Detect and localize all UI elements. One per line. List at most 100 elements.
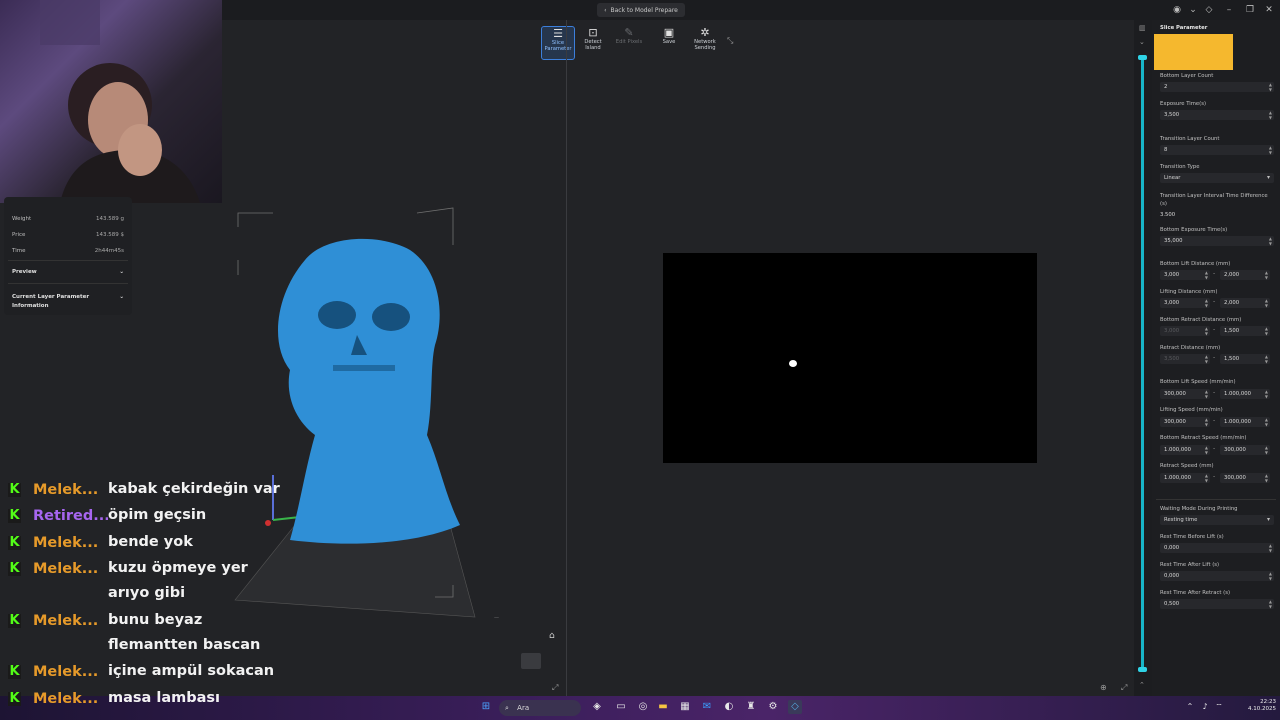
chevron-up-icon[interactable]: ⌃ — [1139, 681, 1145, 689]
stepper-icon[interactable]: ▲ ▼ — [1269, 110, 1272, 120]
rest-after-retract-input[interactable]: 0,500 ▲ ▼ — [1160, 599, 1274, 609]
collapse-icon[interactable]: ⤡ — [727, 36, 733, 46]
bottom-lift-speed-b-input[interactable]: 1.000,000 ▲ ▼ — [1220, 389, 1270, 399]
lifting-speed-b-input[interactable]: 1.000,000 ▲ ▼ — [1220, 417, 1270, 427]
bottom-lift-distance-a-input[interactable]: 3,000 ▲ ▼ — [1160, 270, 1210, 280]
task-view-icon[interactable]: ▭ — [614, 700, 628, 714]
kick-icon: K — [8, 561, 21, 576]
start-icon[interactable]: ⊞ — [479, 700, 493, 714]
notification-icon[interactable]: ◇ — [1202, 3, 1216, 17]
transition-layer-count-input[interactable]: 8 ▲ ▼ — [1160, 145, 1274, 155]
dropdown-chevron-icon[interactable]: ⌄ — [1186, 3, 1200, 17]
kick-icon: K — [8, 613, 21, 628]
slicer-app-icon[interactable]: ◇ — [788, 700, 802, 714]
transition-interval-value: 3.500 — [1160, 212, 1176, 218]
expand-icon[interactable]: ⤢ — [552, 683, 558, 693]
mail-icon[interactable]: ✉ — [700, 700, 714, 714]
retract-speed-a-input[interactable]: 1.000,000 ▲ ▼ — [1160, 473, 1210, 483]
current-layer-section[interactable]: Current Layer Parameter Information ⌄ — [12, 293, 124, 311]
bottom-lift-speed-a-input[interactable]: 300,000 ▲ ▼ — [1160, 389, 1210, 399]
save-icon: ▣ — [663, 26, 675, 39]
rest-after-lift-input[interactable]: 0,000 ▲ ▼ — [1160, 571, 1274, 581]
stepper-icon[interactable]: ▲ ▼ — [1269, 145, 1272, 155]
lifting-speed-a-input[interactable]: 300,000 ▲ ▼ — [1160, 417, 1210, 427]
retract-speed-b-input[interactable]: 300,000 ▲ ▼ — [1220, 473, 1270, 483]
info-row-price: Price 143.589 $ — [12, 232, 124, 238]
kick-icon: K — [8, 691, 21, 706]
caret-down-icon: ▾ — [1266, 516, 1270, 523]
layer-slider[interactable] — [1141, 56, 1144, 671]
slice-parameter-panel: Slice Parameter Bottom Layer Count 2 ▲ ▼ E… — [1152, 20, 1280, 696]
layer-slider-bottom-handle[interactable] — [1138, 667, 1147, 672]
chevron-down-icon: ⌄ — [119, 269, 124, 275]
game-icon[interactable]: ♜ — [744, 700, 758, 714]
browser-icon[interactable]: ◎ — [636, 700, 650, 714]
bottom-lift-distance-b-input[interactable]: 2,000 ▲ ▼ — [1220, 270, 1270, 280]
chevron-left-icon: ‹ — [604, 6, 607, 14]
calendar-icon[interactable]: ▦ — [678, 700, 692, 714]
close-button[interactable]: ✕ — [1262, 3, 1276, 17]
tool-label: Slice Parameter — [544, 40, 572, 52]
folder-icon[interactable]: ▬ — [656, 700, 670, 714]
bottom-layer-count-input[interactable]: 2 ▲ ▼ — [1160, 82, 1274, 92]
model-info-panel: Weight 143.589 g Price 143.589 $ Time 2h44m… — [4, 197, 132, 315]
back-to-model-prepare-button[interactable]: ‹ Back to Model Prepare — [597, 3, 685, 17]
chevron-down-icon[interactable]: ⌄ — [1139, 38, 1145, 46]
settings-icon[interactable]: ⚙ — [766, 700, 780, 714]
divider — [8, 260, 128, 261]
bottom-retract-distance-a-input[interactable]: 3,000 ▲ ▼ — [1160, 326, 1210, 336]
retract-distance-a-input[interactable]: 3,500 ▲ ▼ — [1160, 354, 1210, 364]
minimize-button[interactable]: – — [1222, 3, 1236, 17]
kick-icon: K — [8, 535, 21, 550]
panel-toggle-icon[interactable]: ▥ — [1139, 24, 1146, 32]
rest-before-lift-input[interactable]: 0,000 ▲ ▼ — [1160, 543, 1274, 553]
edit-pixels-tool[interactable]: ✎ Edit Pixels — [613, 26, 645, 58]
tray-chevron-icon[interactable]: ⌃ — [1183, 700, 1197, 714]
retract-distance-b-input[interactable]: 1,500 ▲ ▼ — [1220, 354, 1270, 364]
chat-message: K Melek... bunu beyaz flemantten bascan — [8, 612, 261, 653]
zoom-icon[interactable]: ⊕ — [1100, 683, 1107, 692]
bottom-retract-speed-b-input[interactable]: 300,000 ▲ ▼ — [1220, 445, 1270, 455]
edge-icon[interactable]: ◐ — [722, 700, 736, 714]
lifting-distance-a-input[interactable]: 3,000 ▲ ▼ — [1160, 298, 1210, 308]
waiting-mode-select[interactable]: Resting time ▾ — [1160, 515, 1274, 525]
kick-icon: K — [8, 664, 21, 679]
tool-label: Edit Pixels — [615, 39, 643, 45]
pencil-icon: ✎ — [624, 26, 634, 39]
detect-island-tool[interactable]: ⊡ Detect Island — [577, 26, 609, 58]
exposure-time-input[interactable]: 3,500 ▲ ▼ — [1160, 110, 1274, 120]
view-cube[interactable] — [521, 653, 541, 669]
preview-section[interactable]: Preview ⌄ — [12, 269, 124, 275]
home-view-icon[interactable]: ⌂ — [549, 631, 555, 641]
stepper-icon[interactable]: ▲ ▼ — [1269, 82, 1272, 92]
taskbar-search[interactable]: ⌕ Ara — [499, 700, 581, 716]
lifting-distance-b-input[interactable]: 2,000 ▲ ▼ — [1220, 298, 1270, 308]
model-thumbnail — [1154, 34, 1233, 70]
transition-type-select[interactable]: Linear ▾ — [1160, 173, 1274, 183]
kick-icon: K — [8, 508, 21, 523]
divider — [8, 283, 128, 284]
plate-label: — — [494, 615, 499, 621]
bottom-retract-speed-a-input[interactable]: 1.000,000 ▲ ▼ — [1160, 445, 1210, 455]
stepper-icon[interactable]: ▲ ▼ — [1269, 236, 1272, 246]
mic-icon[interactable]: ♪ — [1198, 700, 1212, 714]
webcam-overlay — [0, 0, 222, 203]
fullscreen-icon[interactable]: ⤢ — [1121, 683, 1127, 693]
user-icon[interactable]: ◉ — [1170, 3, 1184, 17]
bottom-retract-distance-b-input[interactable]: 1,500 ▲ ▼ — [1220, 326, 1270, 336]
restore-button[interactable]: ❐ — [1243, 3, 1257, 17]
slice-parameter-tool[interactable]: ☰ Slice Parameter — [541, 26, 575, 60]
layer-slider-top-handle[interactable] — [1138, 55, 1147, 60]
chat-message: K Melek... kuzu öpmeye yer arıyo gibi — [8, 560, 248, 601]
tool-label: Network Sending — [694, 39, 716, 51]
target-icon: ⊡ — [588, 26, 598, 39]
tool-label: Detect Island — [584, 39, 602, 51]
back-label: Back to Model Prepare — [610, 6, 678, 14]
chevron-down-icon: ⌄ — [119, 294, 124, 300]
taskbar-clock[interactable]: 22:23 4.10.2025 — [1222, 699, 1276, 713]
info-row-time: Time 2h44m45s — [12, 248, 124, 254]
save-tool[interactable]: ▣ Save — [653, 26, 685, 58]
bottom-exposure-input[interactable]: 35,000 ▲ ▼ — [1160, 236, 1274, 246]
widgets-icon[interactable]: ◈ — [590, 700, 604, 714]
network-sending-tool[interactable]: ✲ Network Sending — [689, 26, 721, 58]
